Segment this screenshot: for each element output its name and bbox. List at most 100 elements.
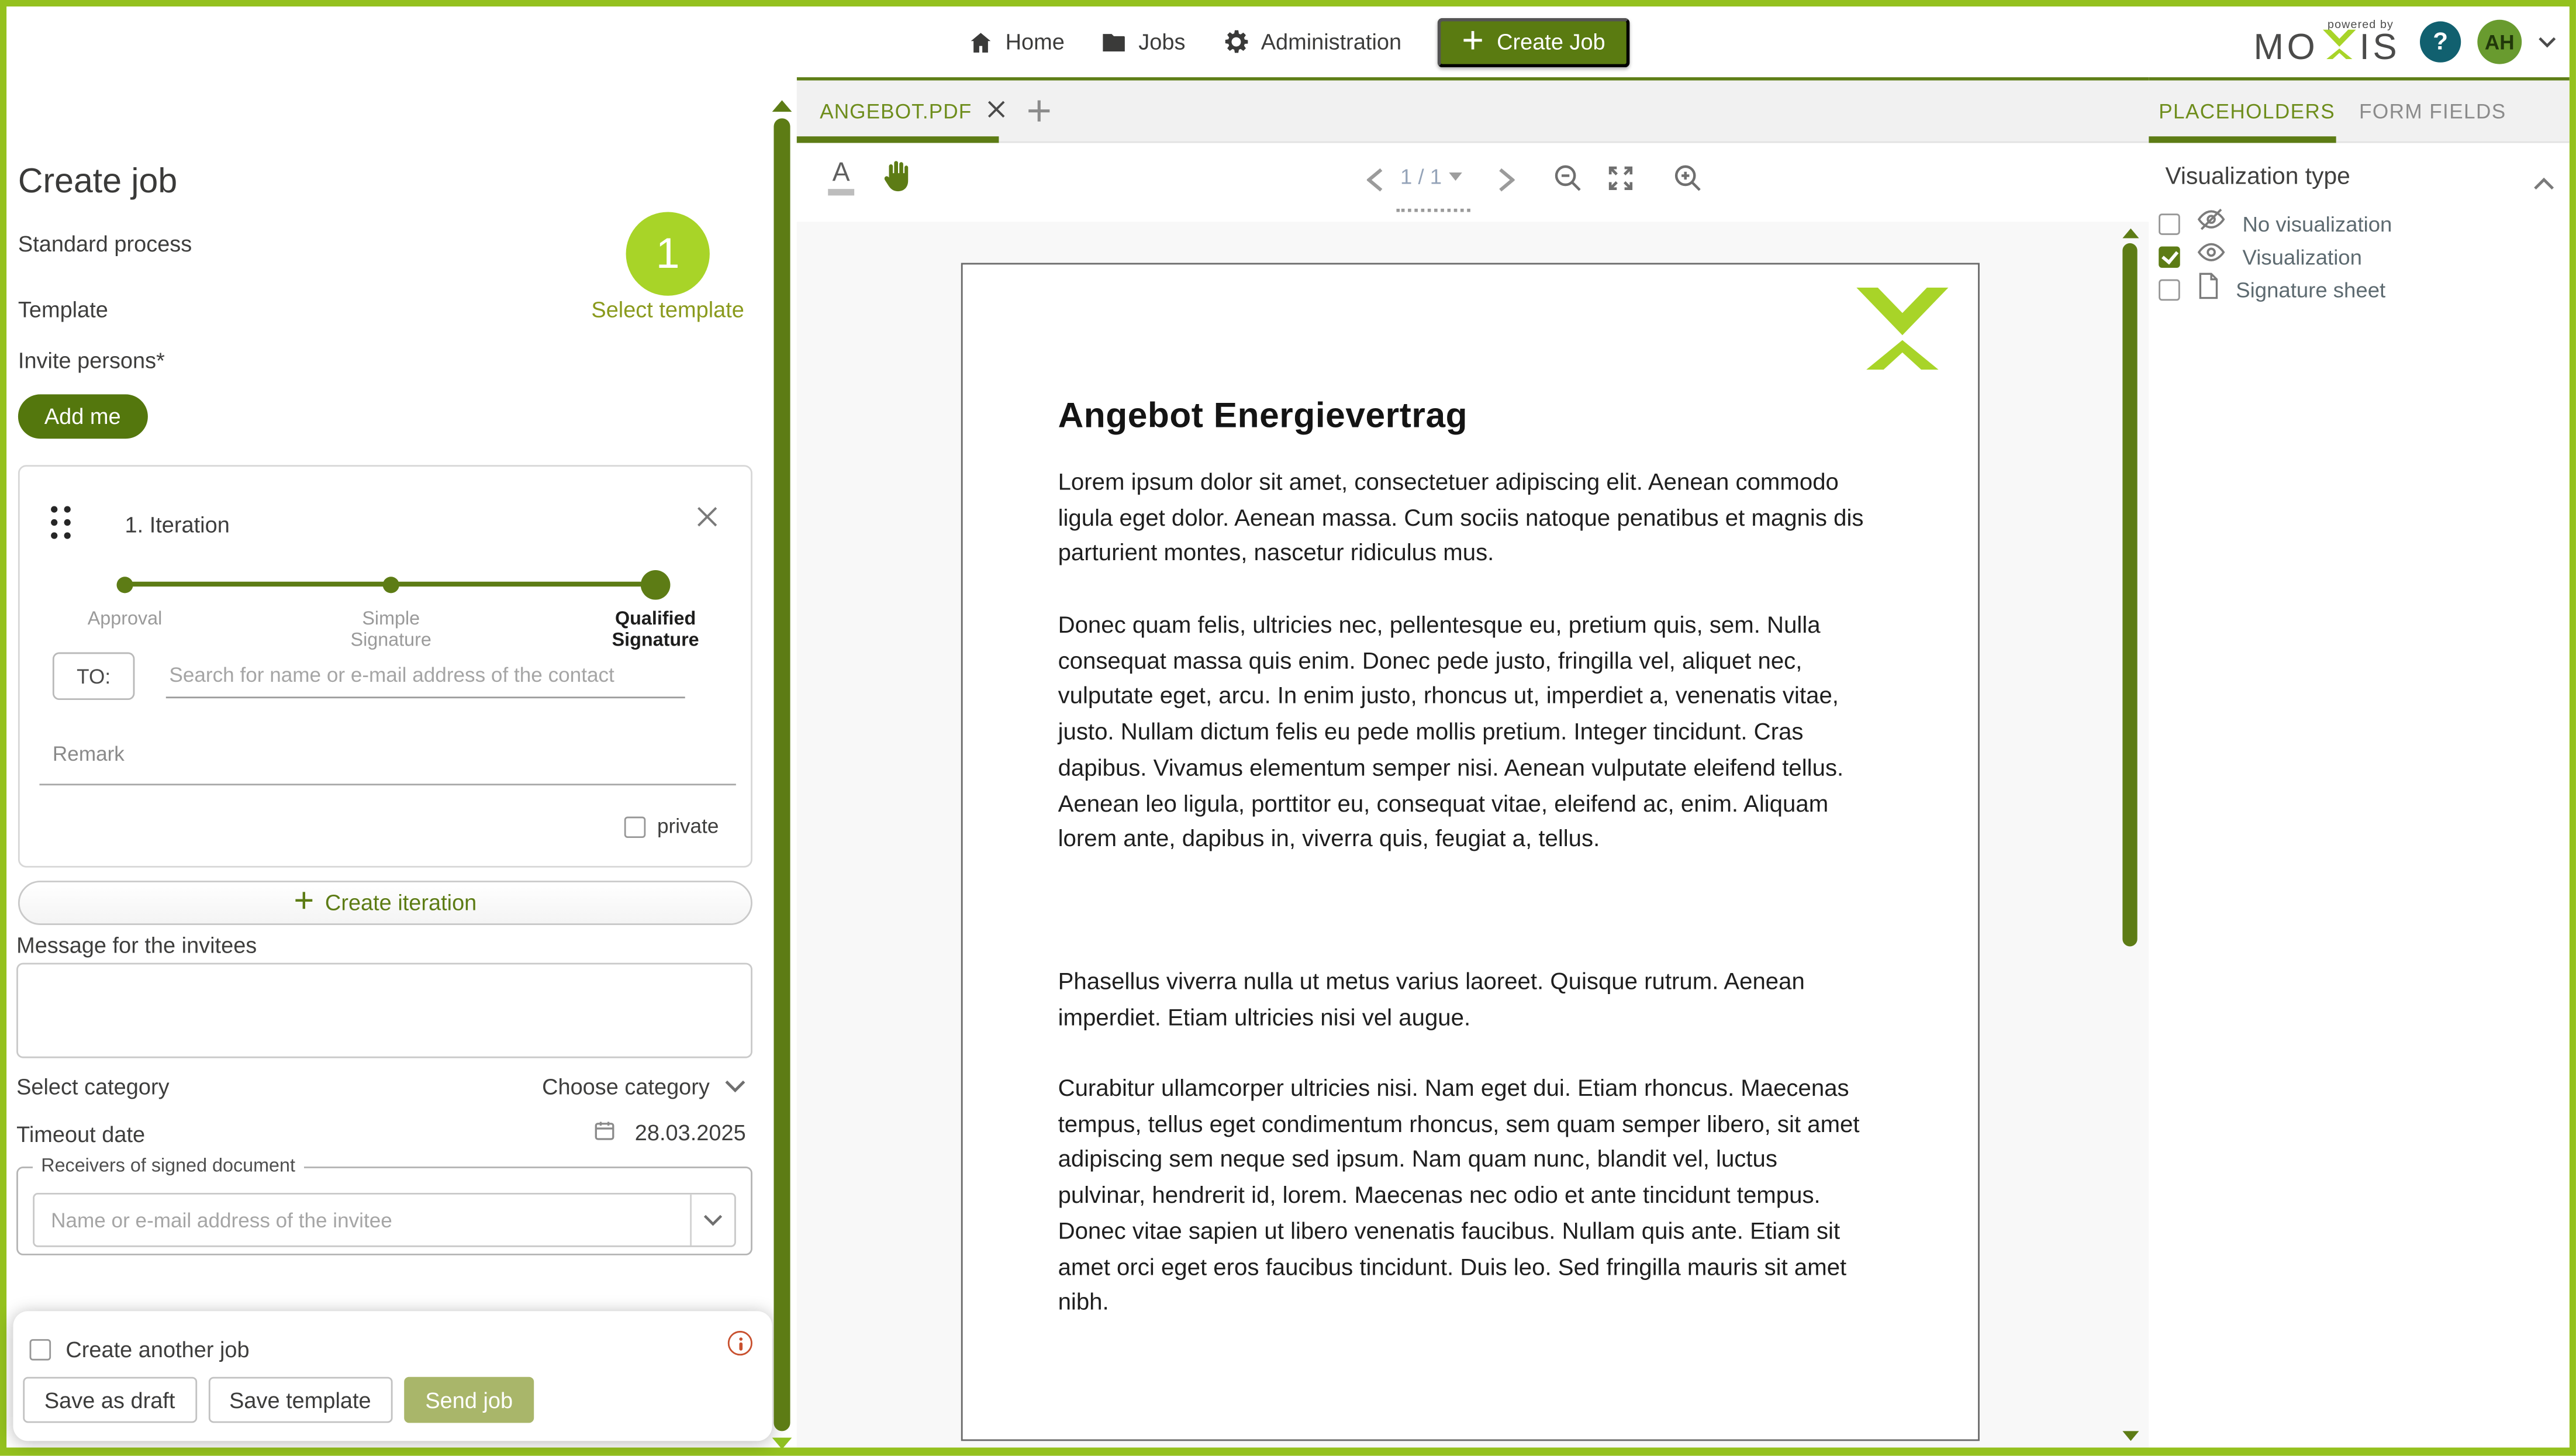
create-job-label: Create Job	[1497, 30, 1605, 54]
collapse-chevron-icon[interactable]	[2533, 169, 2555, 199]
private-option[interactable]: private	[624, 815, 719, 838]
chevron-down-icon[interactable]	[2538, 27, 2556, 57]
document-tabbar: ANGEBOT.PDF	[797, 81, 2149, 143]
message-textarea[interactable]	[16, 963, 752, 1058]
slider-stop-simple[interactable]	[383, 577, 399, 593]
avatar-initials: AH	[2485, 30, 2515, 53]
slider-label-qualified-signature: Qualified Signature	[586, 609, 724, 652]
eye-off-icon	[2197, 207, 2226, 240]
hand-pan-tool[interactable]	[879, 156, 913, 207]
pdf-page: Angebot Energievertrag Lorem ipsum dolor…	[961, 263, 1980, 1441]
receivers-placeholder: Name or e-mail address of the invitee	[34, 1209, 690, 1231]
close-icon[interactable]	[987, 96, 1005, 126]
document-paragraph: Curabitur ullamcorper ultricies nisi. Na…	[1058, 1073, 1866, 1323]
viz-option-1[interactable]: Visualization	[2159, 240, 2362, 272]
save-template-button[interactable]: Save template	[208, 1377, 393, 1423]
zoom-in-icon[interactable]	[1672, 163, 1703, 202]
scroll-up-arrow[interactable]	[772, 100, 792, 112]
create-iteration-button[interactable]: Create iteration	[18, 881, 752, 925]
folder-icon	[1101, 29, 1127, 55]
pdf-scrollbar[interactable]	[2121, 222, 2141, 1447]
nav-item-jobs[interactable]: Jobs	[1101, 29, 1186, 55]
viz-option-2[interactable]: Signature sheet	[2159, 272, 2385, 307]
caret-down-icon	[1448, 172, 1461, 181]
slider-label-approval: Approval	[56, 609, 194, 631]
left-panel-scrollbar[interactable]	[772, 77, 792, 1447]
viz-option-label: No visualization	[2243, 211, 2392, 236]
nav-item-label: Administration	[1261, 30, 1401, 54]
create-another-option[interactable]: Create another job	[30, 1337, 250, 1362]
category-label: Select category	[16, 1075, 169, 1099]
close-icon[interactable]	[696, 506, 718, 532]
signature-sheet-checkbox[interactable]	[2159, 280, 2180, 301]
nav-item-home[interactable]: Home	[968, 29, 1065, 55]
help-button[interactable]: ?	[2420, 22, 2461, 63]
avatar[interactable]: AH	[2477, 20, 2522, 64]
iteration-title: 1. Iteration	[125, 513, 230, 537]
save-as-draft-button[interactable]: Save as draft	[23, 1377, 196, 1423]
create-job-panel: Create job Standard process 1 Template S…	[6, 77, 797, 1447]
nav-item-label: Home	[1006, 30, 1065, 54]
message-label: Message for the invitees	[16, 933, 257, 958]
fullscreen-icon[interactable]	[1605, 163, 1636, 202]
invite-persons-label: Invite persons*	[18, 349, 165, 373]
document-paragraph: Lorem ipsum dolor sit amet, consectetuer…	[1058, 467, 1866, 574]
slider-handle-qualified[interactable]	[641, 570, 671, 600]
create-job-button[interactable]: Create Job	[1438, 18, 1630, 67]
to-label: TO:	[53, 653, 134, 700]
info-icon[interactable]	[728, 1331, 752, 1355]
viz-option-0[interactable]: No visualization	[2159, 207, 2392, 240]
scroll-down-arrow[interactable]	[2122, 1431, 2139, 1441]
tab-placeholders[interactable]: PLACEHOLDERS	[2159, 100, 2335, 123]
remark-input[interactable]	[39, 784, 735, 785]
scrollbar-thumb[interactable]	[774, 118, 790, 1431]
text-annotation-tool[interactable]: A	[826, 160, 856, 196]
document-tab-label: ANGEBOT.PDF	[820, 99, 972, 122]
pdf-viewport[interactable]: Angebot Energievertrag Lorem ipsum dolor…	[797, 222, 2149, 1447]
document-icon	[2197, 272, 2219, 307]
send-job-button[interactable]: Send job	[404, 1377, 534, 1423]
nav-item-administration[interactable]: Administration	[1221, 28, 1401, 56]
main-nav: Home Jobs Administration Create Job	[968, 6, 1630, 77]
top-navigation-bar: Home Jobs Administration Create Job powe…	[6, 6, 2569, 77]
chevron-down-icon[interactable]	[692, 1213, 734, 1226]
drag-handle-icon[interactable]	[51, 506, 71, 539]
zoom-out-icon[interactable]	[1552, 163, 1583, 202]
pdf-toolbar: A 1 / 1	[797, 143, 2149, 222]
document-tab[interactable]: ANGEBOT.PDF	[820, 81, 1004, 142]
add-me-button[interactable]: Add me	[18, 394, 147, 439]
document-title: Angebot Energievertrag	[1058, 396, 1468, 437]
brand-text-right: IS	[2360, 29, 2401, 65]
process-label: Standard process	[18, 232, 192, 256]
select-template-link[interactable]: Select template	[591, 298, 744, 322]
chevron-down-icon	[724, 1075, 746, 1099]
step-badge: 1	[626, 212, 710, 295]
category-select[interactable]: Choose category	[542, 1075, 746, 1099]
gear-icon	[1221, 28, 1249, 56]
add-document-button[interactable]	[1027, 99, 1051, 132]
visualization-checkbox[interactable]	[2159, 246, 2180, 267]
remark-label: Remark	[53, 743, 125, 765]
private-label: private	[657, 815, 719, 838]
brand-text-left: MO	[2253, 29, 2318, 65]
timeout-date-picker[interactable]: 28.03.2025	[594, 1119, 746, 1147]
receivers-combobox[interactable]: Name or e-mail address of the invitee	[33, 1193, 736, 1247]
scroll-down-arrow[interactable]	[772, 1438, 792, 1450]
page-indicator[interactable]: 1 / 1	[1393, 164, 1469, 189]
scroll-up-arrow[interactable]	[2122, 229, 2139, 239]
scrollbar-thumb[interactable]	[2122, 243, 2137, 947]
no-visualization-checkbox[interactable]	[2159, 213, 2180, 234]
tab-form-fields[interactable]: FORM FIELDS	[2359, 100, 2506, 123]
timeout-date-value: 28.03.2025	[635, 1120, 746, 1145]
plus-icon	[1462, 29, 1484, 55]
main-area: Create job Standard process 1 Template S…	[6, 77, 2569, 1447]
next-page-button[interactable]	[1498, 168, 1515, 201]
visualization-section: Visualization type No visualization Visu…	[2149, 143, 2569, 1447]
nav-item-label: Jobs	[1138, 30, 1185, 54]
contact-search-input[interactable]	[166, 653, 685, 699]
form-actions-card: Create another job Save as draft Save te…	[13, 1311, 772, 1441]
slider-stop-approval[interactable]	[117, 577, 133, 593]
previous-page-button[interactable]	[1367, 168, 1383, 201]
create-another-checkbox[interactable]	[30, 1339, 51, 1361]
private-checkbox[interactable]	[624, 816, 646, 837]
